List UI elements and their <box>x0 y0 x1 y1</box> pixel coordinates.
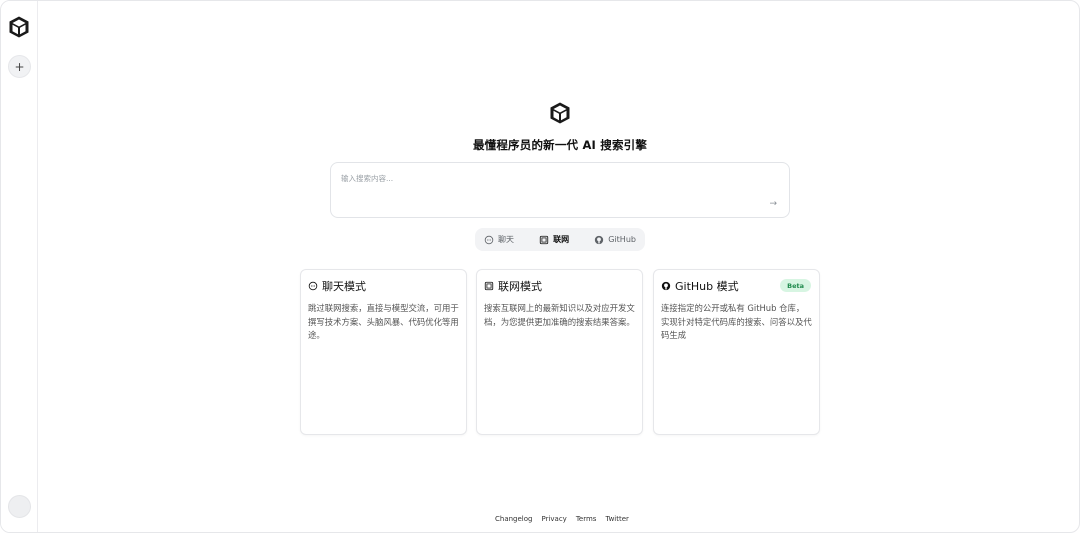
page-title: 最懂程序员的新一代 AI 搜索引擎 <box>472 138 648 152</box>
plus-icon: + <box>14 59 25 74</box>
tab-chat[interactable]: 聊天 <box>484 234 514 245</box>
beta-badge: Beta <box>780 279 811 292</box>
card-title: 联网模式 <box>498 280 542 293</box>
sidebar: + <box>1 1 38 532</box>
card-title: 聊天模式 <box>322 280 366 293</box>
footer-link-privacy[interactable]: Privacy <box>541 515 566 523</box>
tab-web[interactable]: 联网 <box>539 234 569 245</box>
mode-cards: 聊天模式 跳过联网搜索，直接与模型交流，可用于撰写技术方案、头脑风暴、代码优化等… <box>300 269 820 435</box>
cube-logo-icon <box>548 101 572 125</box>
chat-bubble-icon <box>484 235 494 244</box>
card-chat-mode[interactable]: 聊天模式 跳过联网搜索，直接与模型交流，可用于撰写技术方案、头脑风暴、代码优化等… <box>300 269 467 435</box>
search-box: → <box>330 162 790 218</box>
tab-github[interactable]: GitHub <box>594 235 636 245</box>
web-icon <box>539 235 549 244</box>
card-description: 跳过联网搜索，直接与模型交流，可用于撰写技术方案、头脑风暴、代码优化等用途。 <box>308 303 459 340</box>
tab-label: 联网 <box>553 235 570 244</box>
tab-label: GitHub <box>608 235 636 244</box>
footer-link-terms[interactable]: Terms <box>576 515 597 523</box>
card-description: 连接指定的公开或私有 GitHub 仓库，实现针对特定代码库的搜索、问答以及代码… <box>661 303 812 340</box>
github-icon <box>595 235 604 244</box>
new-chat-button[interactable]: + <box>8 55 31 78</box>
web-icon <box>484 281 494 291</box>
mode-tabs: 聊天 联网 GitHub <box>475 228 645 251</box>
tab-label: 聊天 <box>498 235 514 244</box>
cube-logo-icon[interactable] <box>7 15 31 39</box>
footer-links: Changelog Privacy Terms Twitter <box>495 515 629 523</box>
chat-bubble-icon <box>308 281 318 291</box>
card-description: 搜索互联网上的最新知识以及对应开发文档，为您提供更加准确的搜索结果答案。 <box>484 303 635 327</box>
card-title: GitHub 模式 <box>675 280 739 293</box>
search-input[interactable] <box>341 170 761 186</box>
footer-link-twitter[interactable]: Twitter <box>605 515 628 523</box>
card-github-mode[interactable]: GitHub 模式 Beta 连接指定的公开或私有 GitHub 仓库，实现针对… <box>653 269 820 435</box>
footer-link-changelog[interactable]: Changelog <box>495 515 532 523</box>
arrow-right-icon[interactable]: → <box>769 199 777 209</box>
avatar[interactable] <box>8 495 31 518</box>
app-window: + 最懂程序员的新一代 AI 搜索引擎 → 聊天 <box>0 0 1080 533</box>
card-web-mode[interactable]: 联网模式 搜索互联网上的最新知识以及对应开发文档，为您提供更加准确的搜索结果答案… <box>476 269 643 435</box>
github-icon <box>661 281 671 291</box>
